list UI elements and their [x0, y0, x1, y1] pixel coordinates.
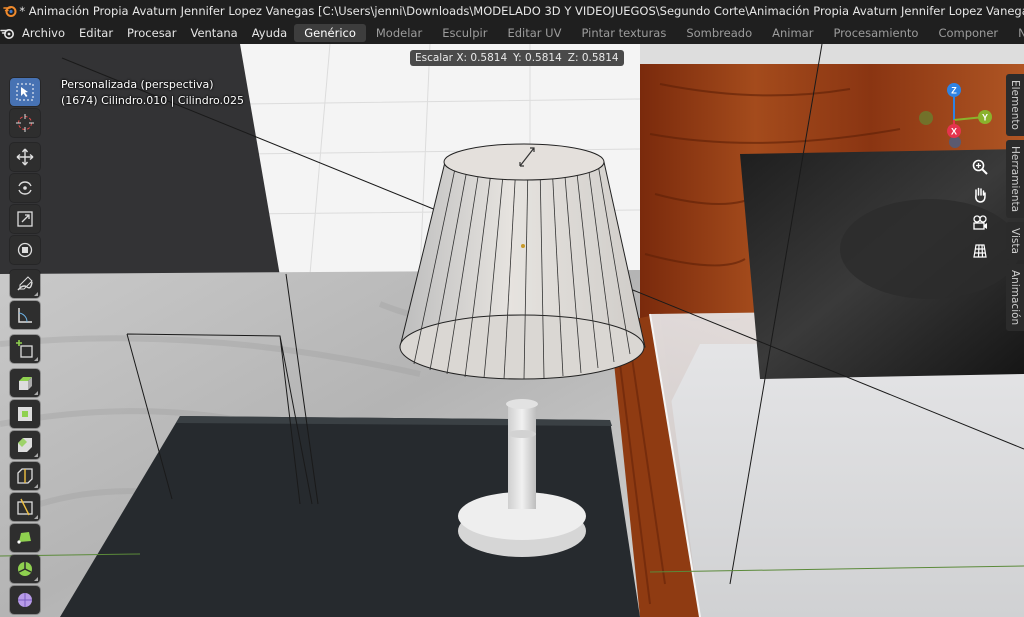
- tab-nodos-de-geometria[interactable]: Nodos de geometría: [1008, 24, 1024, 42]
- menu-procesar[interactable]: Procesar: [120, 26, 183, 40]
- viewport-info: Personalizada (perspectiva) (1674) Cilin…: [61, 77, 244, 109]
- scale-tool[interactable]: [10, 205, 40, 233]
- move-tool[interactable]: [10, 143, 40, 171]
- tool-variants-corner: [34, 515, 38, 519]
- tool-variants-corner: [34, 391, 38, 395]
- tab-modelar[interactable]: Modelar: [366, 24, 432, 42]
- zoom-button[interactable]: [967, 154, 993, 180]
- view-name: Personalizada (perspectiva): [61, 78, 214, 91]
- object-info: (1674) Cilindro.010 | Cilindro.025: [61, 94, 244, 107]
- tab-elemento[interactable]: Elemento: [1006, 74, 1024, 136]
- z-axis-label: Z: [951, 86, 957, 96]
- scale-y-value: Y: 0.5814: [513, 52, 562, 64]
- tab-pintar-texturas[interactable]: Pintar texturas: [571, 24, 676, 42]
- rotate-tool[interactable]: [10, 174, 40, 202]
- knife-tool-icon: [17, 498, 33, 516]
- title-bar: * Animación Propia Avaturn Jennifer Lope…: [0, 0, 1024, 22]
- camera-icon: [973, 215, 987, 230]
- smooth-tool[interactable]: [10, 586, 40, 614]
- tool-variants-corner: [34, 453, 38, 457]
- tool-variants-corner: [34, 484, 38, 488]
- scale-readout: Escalar X: 0.5814 Y: 0.5814 Z: 0.5814: [410, 50, 624, 66]
- rotate-tool-icon: [18, 181, 32, 195]
- hand-icon: [975, 187, 986, 203]
- scale-tool-icon: [17, 211, 33, 227]
- scene-render: [0, 44, 1024, 617]
- tool-variants-corner: [34, 357, 38, 361]
- tab-editar-uv[interactable]: Editar UV: [497, 24, 571, 42]
- menu-archivo[interactable]: Archivo: [15, 26, 72, 40]
- tool-shelf: [10, 78, 44, 617]
- measure-tool[interactable]: [10, 301, 40, 329]
- navigation-gizmo[interactable]: Z Y X: [914, 82, 994, 162]
- scale-x-value: Escalar X: 0.5814: [415, 52, 508, 64]
- pan-button[interactable]: [967, 182, 993, 208]
- tool-variants-corner: [34, 577, 38, 581]
- menu-ayuda[interactable]: Ayuda: [245, 26, 295, 40]
- inset-tool-icon: [18, 407, 32, 421]
- tab-sombreado[interactable]: Sombreado: [676, 24, 762, 42]
- tab-procesamiento[interactable]: Procesamiento: [823, 24, 928, 42]
- knife-tool[interactable]: [10, 493, 40, 521]
- 3d-viewport[interactable]: Personalizada (perspectiva) (1674) Cilin…: [0, 44, 1024, 617]
- poly-build-tool-icon: [17, 532, 31, 544]
- transform-tool-icon: [17, 242, 33, 258]
- y-axis-label: Y: [982, 113, 988, 123]
- tab-vista-label: Vista: [1009, 227, 1021, 254]
- scale-z-value: Z: 0.5814: [567, 52, 619, 64]
- blender-menu-icon[interactable]: [0, 27, 15, 40]
- tab-generico[interactable]: Genérico: [294, 24, 366, 42]
- measure-tool-icon: [18, 308, 32, 323]
- tab-componer[interactable]: Componer: [928, 24, 1008, 42]
- zoom-icon: [972, 159, 988, 175]
- annotate-tool-icon: [17, 276, 33, 291]
- transform-tool[interactable]: [10, 236, 40, 264]
- select-box-tool[interactable]: [10, 78, 40, 106]
- sidebar-tabs: Elemento Herramienta Vista Animación: [1006, 74, 1024, 335]
- blender-logo-icon: [0, 0, 19, 22]
- tab-herramienta-label: Herramienta: [1009, 145, 1021, 212]
- tab-animacion-label: Animación: [1009, 269, 1021, 326]
- window-title: * Animación Propia Avaturn Jennifer Lope…: [19, 4, 1024, 18]
- add-cube-tool[interactable]: [10, 335, 40, 363]
- tool-variants-corner: [34, 292, 38, 296]
- select-box-tool-icon: [16, 83, 34, 101]
- extrude-tool-icon: [19, 377, 32, 390]
- tab-animar[interactable]: Animar: [762, 24, 823, 42]
- add-cube-tool-icon: [16, 340, 33, 358]
- smooth-tool-icon: [18, 593, 32, 607]
- spin-tool-icon: [18, 562, 32, 576]
- spin-tool[interactable]: [10, 555, 40, 583]
- tab-elemento-label: Elemento: [1009, 80, 1021, 130]
- menu-editar[interactable]: Editar: [72, 26, 120, 40]
- tab-animacion[interactable]: Animación: [1006, 263, 1024, 332]
- menu-ventana[interactable]: Ventana: [183, 26, 244, 40]
- x-axis-label: X: [951, 127, 957, 137]
- grid-icon: [973, 244, 987, 258]
- ortho-toggle-button[interactable]: [967, 238, 993, 264]
- poly-build-tool[interactable]: [10, 524, 40, 552]
- viewport-nav-buttons: [967, 154, 993, 266]
- bevel-tool[interactable]: [10, 431, 40, 459]
- camera-view-button[interactable]: [967, 210, 993, 236]
- loop-cut-tool[interactable]: [10, 462, 40, 490]
- move-tool-icon: [16, 148, 34, 166]
- bevel-tool-icon: [18, 438, 32, 452]
- annotate-tool[interactable]: [10, 270, 40, 298]
- cursor-tool-icon: [16, 114, 34, 132]
- loop-cut-tool-icon: [17, 468, 33, 484]
- menu-bar: Archivo Editar Procesar Ventana Ayuda Ge…: [0, 22, 1024, 44]
- neg-y-axis-icon[interactable]: [919, 111, 933, 125]
- extrude-tool[interactable]: [10, 369, 40, 397]
- inset-tool[interactable]: [10, 400, 40, 428]
- cursor-tool[interactable]: [10, 109, 40, 137]
- tab-vista[interactable]: Vista: [1006, 221, 1024, 260]
- tab-herramienta[interactable]: Herramienta: [1006, 139, 1024, 218]
- tab-esculpir[interactable]: Esculpir: [432, 24, 497, 42]
